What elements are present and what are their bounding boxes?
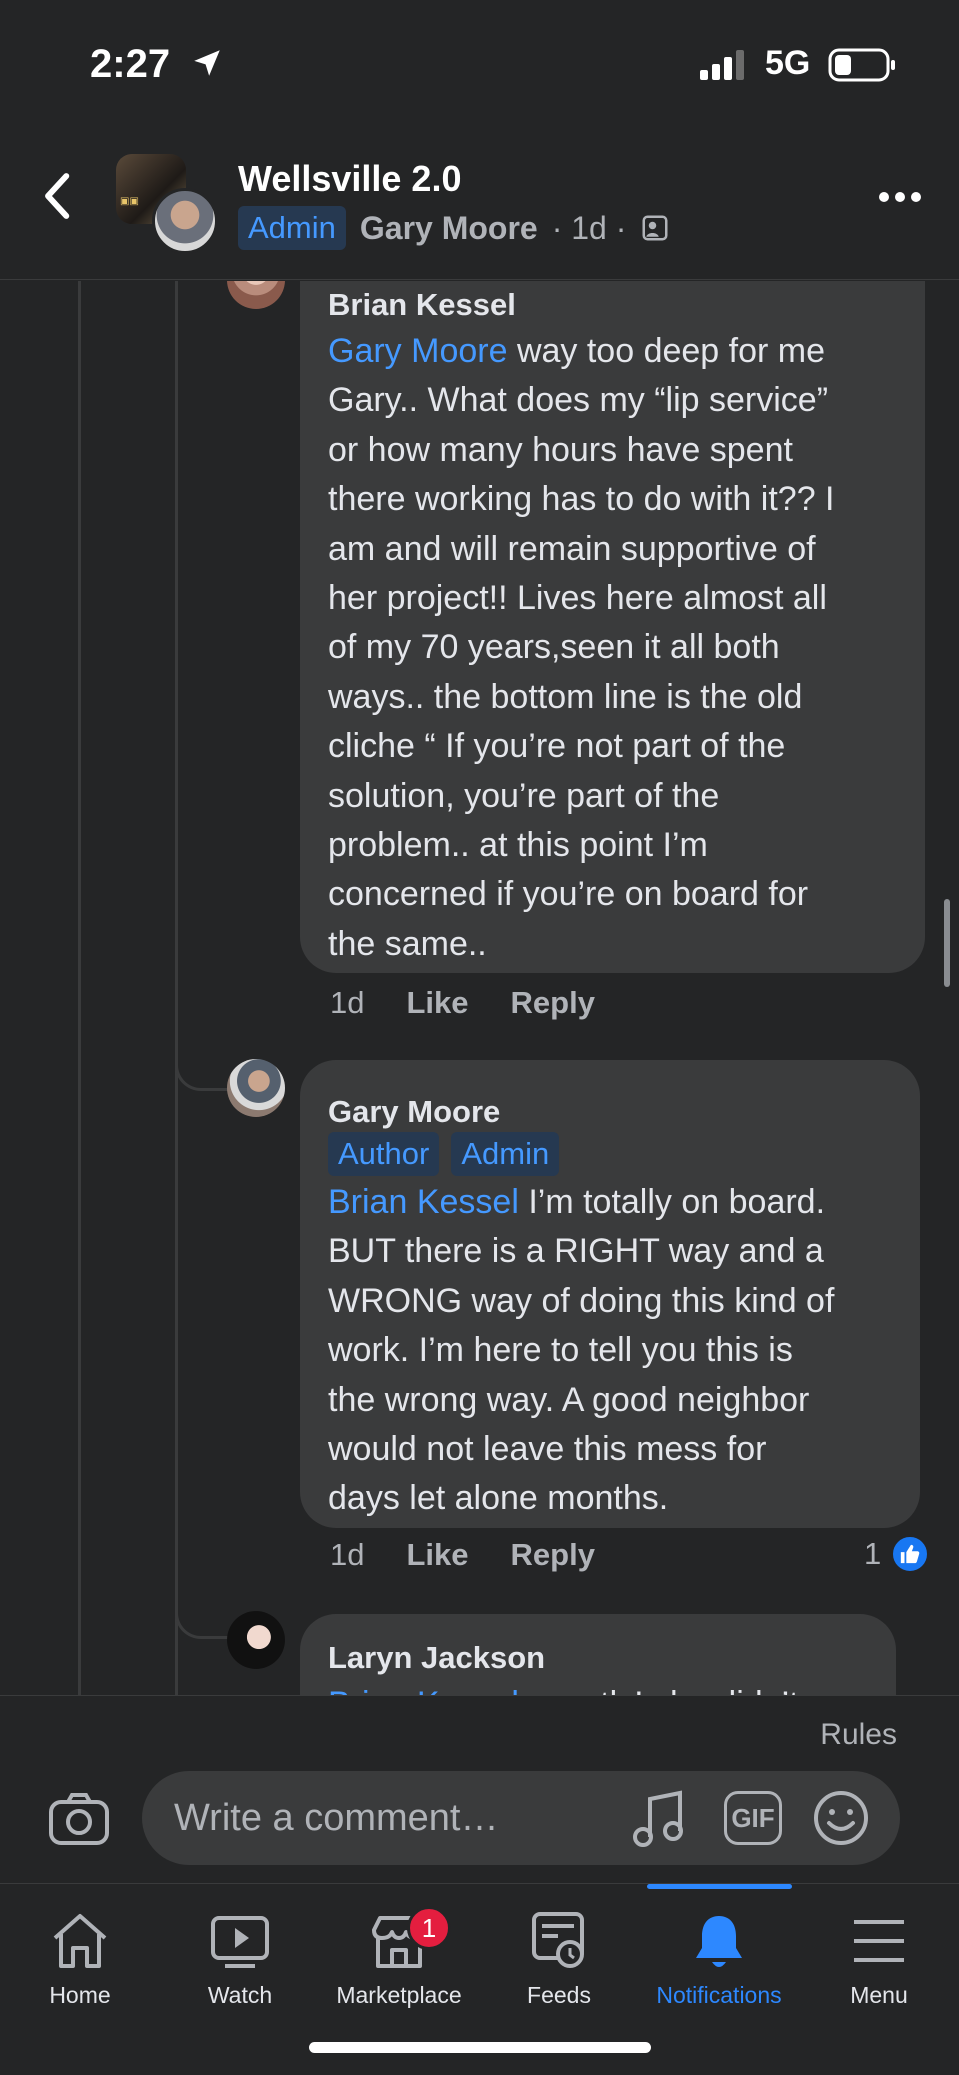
avatar[interactable] xyxy=(227,281,285,309)
feeds-icon xyxy=(479,1908,639,1974)
tab-label: Watch xyxy=(207,1982,273,2008)
tab-label: Notifications xyxy=(656,1982,782,2008)
comment-author[interactable]: Gary Moore xyxy=(328,1094,892,1130)
thumbs-up-icon xyxy=(891,1535,930,1573)
avatar[interactable] xyxy=(227,1059,285,1117)
author-badge: Author xyxy=(328,1132,440,1176)
mention-link[interactable]: Gary Moore xyxy=(328,332,508,370)
tab-marketplace[interactable]: 1 Marketplace xyxy=(319,1906,479,2009)
group-members-icon xyxy=(642,215,668,241)
status-bar: 2:27 5G xyxy=(0,0,959,128)
scrollbar[interactable] xyxy=(944,899,950,987)
menu-icon xyxy=(799,1908,959,1974)
bell-icon xyxy=(639,1908,799,1974)
comment-time: 1d xyxy=(330,985,365,1020)
comment-text: Brian Kessel I’m totally on board. BUT t… xyxy=(328,1183,835,1518)
like-button[interactable]: Like xyxy=(406,985,468,1021)
emoji-icon[interactable] xyxy=(812,1789,870,1847)
home-indicator[interactable] xyxy=(309,2042,651,2053)
comment-author[interactable]: Laryn Jackson xyxy=(328,1640,868,1676)
tab-label: Home xyxy=(49,1982,111,2008)
comment-text: Gary Moore way too deep for me Gary.. Wh… xyxy=(328,332,835,963)
music-icon[interactable] xyxy=(632,1789,688,1849)
mention-link[interactable]: Brian Kessel xyxy=(328,1183,519,1221)
comment-text: Brian Kessel exactly! she didn’t xyxy=(328,1680,868,1695)
camera-icon[interactable] xyxy=(48,1792,110,1846)
status-time: 2:27 xyxy=(90,42,171,86)
reply-button[interactable]: Reply xyxy=(511,985,595,1021)
thread-line xyxy=(78,281,81,1695)
poster-avatar[interactable] xyxy=(152,188,218,254)
back-chevron-icon[interactable] xyxy=(38,168,78,224)
tab-label: Marketplace xyxy=(336,1982,462,2008)
tab-label: Feeds xyxy=(527,1982,591,2008)
reaction-count: 1 xyxy=(864,1536,882,1571)
tab-notifications[interactable]: Notifications xyxy=(639,1908,799,2009)
notification-badge: 1 xyxy=(407,1906,451,1950)
active-tab-indicator xyxy=(647,1884,792,1889)
location-arrow-icon xyxy=(194,50,220,76)
watch-icon xyxy=(160,1908,320,1974)
reaction-summary[interactable]: 1 xyxy=(864,1535,930,1573)
comment-input[interactable]: Write a comment… GIF xyxy=(142,1771,900,1865)
mention-link[interactable]: Brian Kessel xyxy=(328,1685,519,1695)
comment-thread[interactable]: Brian Kessel Gary Moore way too deep for… xyxy=(0,281,959,1695)
tab-watch[interactable]: Watch xyxy=(160,1908,320,2009)
group-avatar-art: ▣▣ xyxy=(120,196,139,207)
thread-line xyxy=(175,281,178,1695)
tab-feeds[interactable]: Feeds xyxy=(479,1908,639,2009)
comment-composer: Rules Write a comment… GIF xyxy=(0,1695,959,1883)
post-time: · 1d · xyxy=(551,209,627,246)
group-title[interactable]: Wellsville 2.0 xyxy=(238,158,461,200)
network-type: 5G xyxy=(765,44,811,82)
tab-label: Menu xyxy=(850,1982,908,2008)
comment-actions: 1d Like Reply xyxy=(330,985,595,1021)
reply-button[interactable]: Reply xyxy=(511,1537,595,1573)
post-header: ▣▣ Wellsville 2.0 Admin Gary Moore · 1d … xyxy=(0,128,959,280)
gif-button[interactable]: GIF xyxy=(724,1791,782,1845)
post-meta: Admin Gary Moore · 1d · xyxy=(238,206,670,250)
comment-placeholder: Write a comment… xyxy=(174,1797,499,1839)
comment-bubble[interactable]: Brian Kessel Gary Moore way too deep for… xyxy=(300,281,925,973)
more-options-icon[interactable] xyxy=(877,190,923,204)
tab-home[interactable]: Home xyxy=(0,1908,160,2009)
cellular-signal-icon xyxy=(700,50,744,80)
reply-connector xyxy=(175,1599,231,1639)
comment-time: 1d xyxy=(330,1537,365,1572)
battery-icon xyxy=(828,48,895,82)
author-badges: Author Admin xyxy=(328,1132,892,1176)
like-button[interactable]: Like xyxy=(406,1537,468,1573)
comment-bubble[interactable]: Gary Moore Author Admin Brian Kessel I’m… xyxy=(300,1060,920,1528)
rules-link[interactable]: Rules xyxy=(820,1718,897,1752)
tab-menu[interactable]: Menu xyxy=(799,1908,959,2009)
admin-badge: Admin xyxy=(238,206,346,250)
avatar[interactable] xyxy=(227,1611,285,1669)
comment-actions: 1d Like Reply xyxy=(330,1537,595,1573)
home-icon xyxy=(0,1908,160,1974)
poster-name[interactable]: Gary Moore xyxy=(360,210,538,247)
comment-bubble[interactable]: Laryn Jackson Brian Kessel exactly! she … xyxy=(300,1614,896,1695)
admin-badge: Admin xyxy=(451,1132,560,1176)
reply-connector xyxy=(175,1051,231,1091)
marketplace-icon: 1 xyxy=(319,1906,479,1974)
comment-author[interactable]: Brian Kessel xyxy=(328,287,897,323)
